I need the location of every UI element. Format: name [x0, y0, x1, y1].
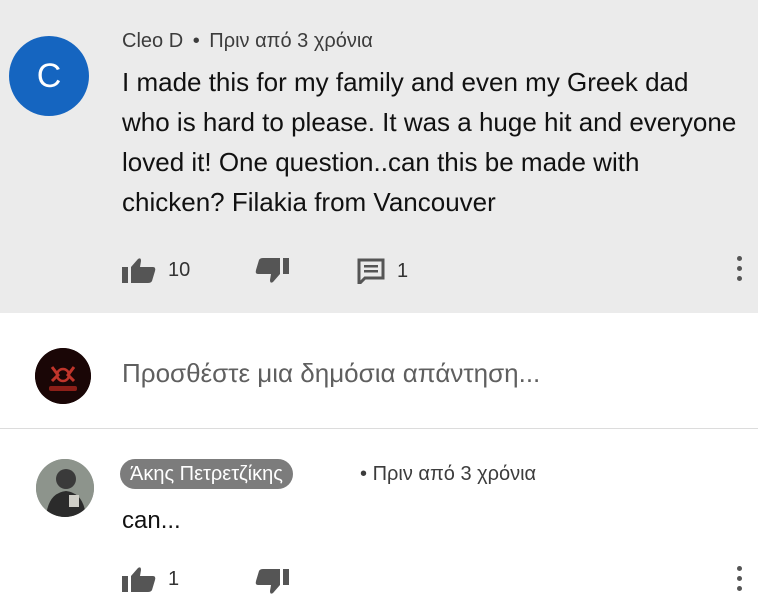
reply-count: 1 [397, 259, 409, 282]
like-button[interactable]: 10 [122, 257, 190, 283]
meta-separator: • [360, 463, 368, 485]
thumbs-down-icon [255, 258, 289, 283]
like-button[interactable]: 1 [122, 566, 179, 592]
reply-comment: Άκης Πετρετζίκης • Πριν από 3 χρόνια can… [0, 429, 758, 595]
comment-time[interactable]: Πριν από 3 χρόνια [209, 30, 373, 52]
channel-logo-icon [35, 348, 91, 404]
thumbs-up-icon [122, 258, 156, 283]
user-photo-icon [36, 459, 94, 517]
highlighted-comment: C Cleo D • Πριν από 3 χρόνια I made this… [0, 0, 758, 313]
comment-meta: Cleo D • Πριν από 3 χρόνια [122, 30, 373, 53]
reply-time[interactable]: Πριν από 3 χρόνια [373, 463, 537, 485]
comment-author[interactable]: Cleo D [122, 30, 183, 52]
more-vert-icon[interactable] [737, 566, 743, 591]
creator-author-badge[interactable]: Άκης Πετρετζίκης [120, 459, 293, 489]
like-count: 10 [168, 258, 191, 281]
reply-text: can... [122, 507, 181, 534]
thumbs-up-icon [122, 567, 156, 592]
reply-composer: Προσθέστε μια δημόσια απάντηση... [0, 313, 758, 429]
avatar[interactable] [36, 459, 94, 517]
comment-icon [357, 258, 385, 284]
public-reply-input[interactable]: Προσθέστε μια δημόσια απάντηση... [122, 358, 540, 389]
thumbs-down-icon [255, 569, 289, 594]
avatar[interactable]: C [9, 36, 89, 116]
avatar[interactable] [35, 348, 91, 404]
like-count: 1 [168, 567, 180, 590]
dislike-button[interactable] [255, 569, 289, 595]
comment-text: I made this for my family and even my Gr… [122, 67, 737, 217]
reply-meta: • Πριν από 3 χρόνια [360, 463, 536, 486]
dislike-button[interactable] [255, 258, 289, 284]
reply-button[interactable]: 1 [357, 258, 408, 284]
meta-separator: • [192, 30, 200, 52]
more-vert-icon[interactable] [737, 256, 743, 281]
